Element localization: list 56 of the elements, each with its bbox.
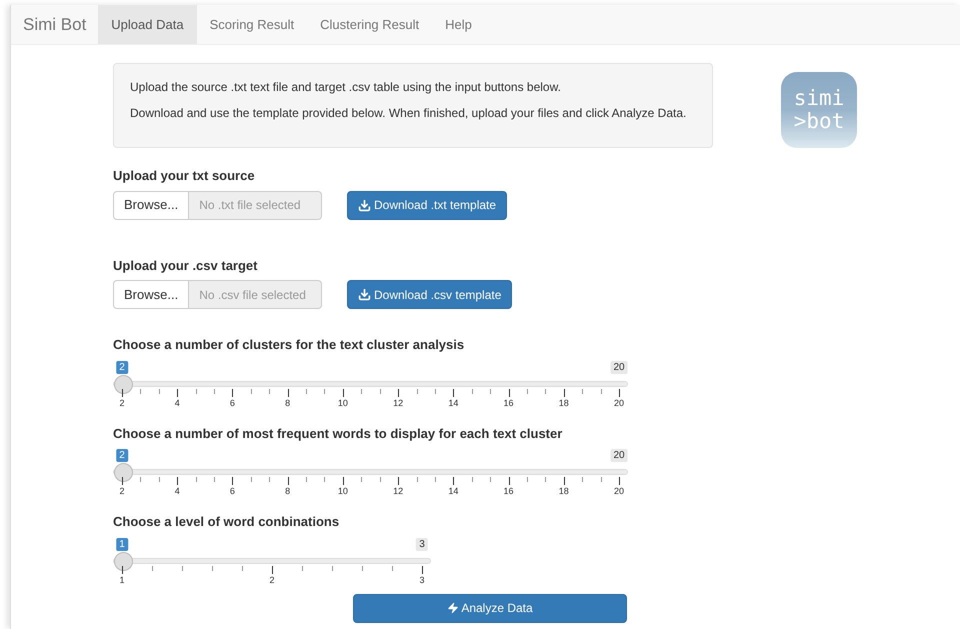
info-text: Upload the source .txt text file and target .csv table using the input buttons below. [130,80,562,94]
logo-text: simi [794,87,844,110]
download-button[interactable]: Download .csv template [347,280,512,309]
logo-text: >bot [794,110,844,133]
nav-tab[interactable]: Help [432,5,485,44]
slider-handle[interactable] [114,374,133,394]
tick-label: 14 [448,486,458,496]
tick-label: 10 [338,486,348,496]
upload-label: Upload your txt source [113,167,256,185]
tick-label: 18 [558,398,569,408]
browse-button[interactable]: Browse... [113,280,190,309]
tick-label: 18 [558,486,569,496]
nav-tab[interactable]: Scoring Result [196,5,308,44]
tick-label: 6 [230,398,235,408]
slider-label: Choose a number of clusters for the text cluster analysis [113,336,466,354]
tick-label: 1 [120,574,124,584]
nav-tab[interactable]: Upload Data [98,5,197,44]
tick-label: 20 [614,398,624,408]
tick-label: 2 [120,486,124,496]
value-badge: 2 [116,449,128,462]
browse-button[interactable]: Browse... [113,190,190,220]
tick-label: 2 [270,574,274,584]
nav-tab[interactable]: Clustering Result [307,5,432,44]
max-label: 3 [416,538,428,550]
tick-label: 2 [120,398,124,408]
value-badge: 2 [116,360,128,374]
tick-label: 3 [420,574,424,584]
analyze-button[interactable]: Analyze Data [353,594,627,622]
value-badge: 1 [116,538,128,550]
tick-label: 6 [230,486,235,496]
slider-label: Choose a number of most frequent words to display for each text cluster [113,424,564,443]
tick-label: 14 [448,398,458,408]
tick-label: 8 [285,486,290,496]
download-button[interactable]: Download .txt template [347,190,508,220]
slider-label: Choose a level of word conbinations [113,513,340,531]
file-name-field[interactable]: No .txt file selected [189,190,322,220]
upload-label: Upload your .csv target [113,256,258,275]
lightning-icon [447,602,460,614]
tick-label: 12 [393,486,404,496]
max-label: 20 [610,360,628,374]
slider-handle[interactable] [114,552,133,570]
tick-label: 12 [393,398,404,408]
download-icon [358,198,371,212]
brand[interactable]: Simi Bot [11,5,98,44]
tick-label: 20 [614,486,624,496]
tick-label: 10 [338,398,348,408]
download-icon [358,288,371,301]
tick-label: 4 [174,486,180,496]
info-text: Download and use the template provided below. When finished, upload your files and click Analyze Data. [130,106,688,120]
tick-label: 16 [504,486,514,496]
tick-label: 4 [174,398,180,408]
slider-handle[interactable] [114,463,133,482]
max-label: 20 [610,449,628,462]
tick-label: 16 [504,398,514,408]
file-name-field[interactable]: No .csv file selected [189,280,322,309]
tick-label: 8 [285,398,290,408]
